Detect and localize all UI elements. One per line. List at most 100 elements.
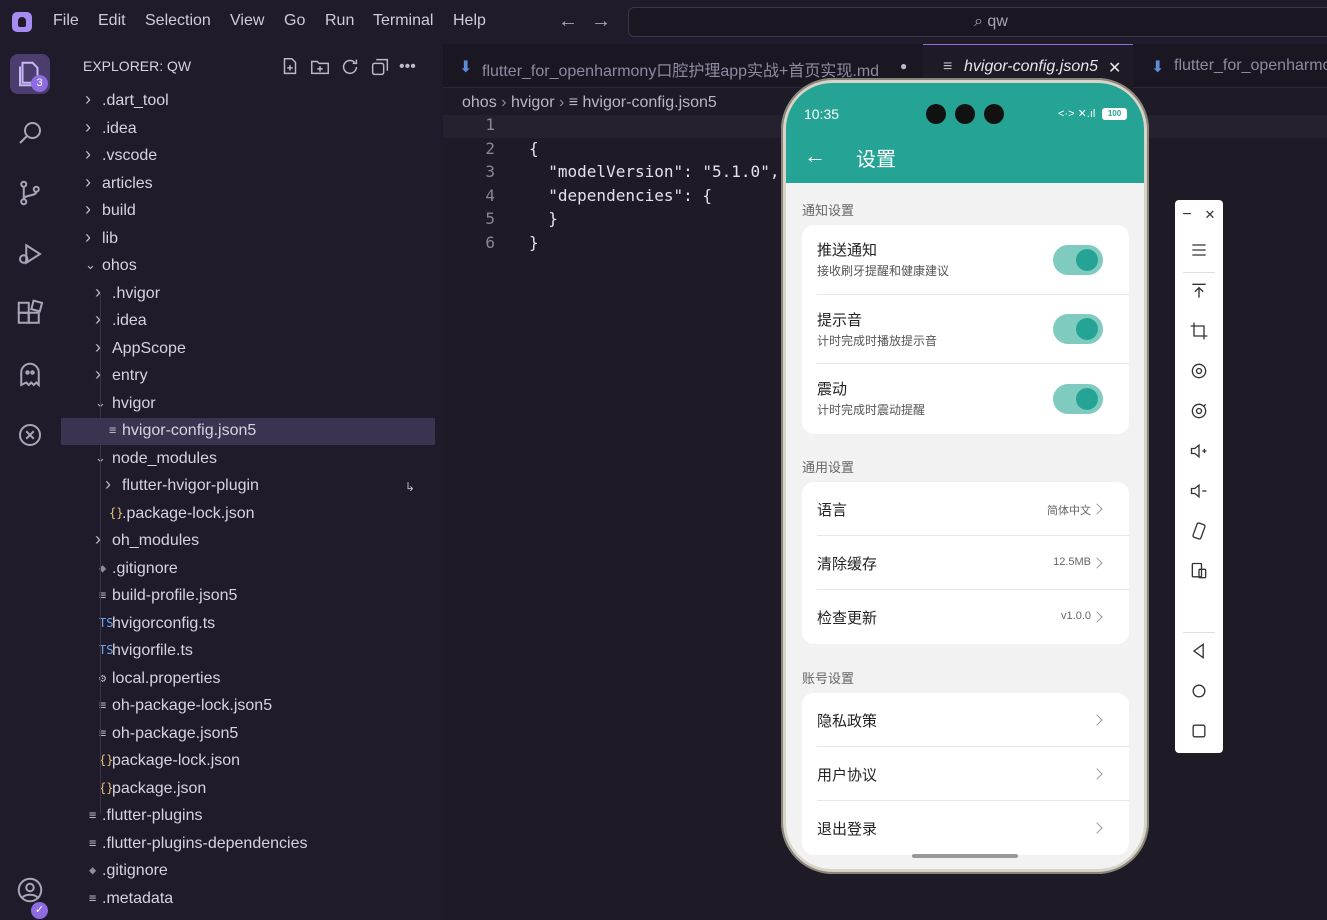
settings-item[interactable]: 退出登录 — [802, 801, 1129, 855]
close-icon[interactable]: ✕ — [1198, 203, 1222, 227]
tree-item[interactable]: › entry — [61, 363, 435, 390]
toggle-switch[interactable] — [1053, 244, 1103, 275]
app-bar: 10:35 <·> ✕.ıl 100 ← 设置 — [786, 83, 1144, 183]
rotate-right-icon[interactable] — [1187, 401, 1211, 425]
close-tab-icon[interactable]: ✕ — [1108, 58, 1121, 78]
tree-item[interactable]: ⌄ ohos — [61, 253, 435, 280]
run-debug-icon[interactable] — [15, 239, 45, 269]
tree-item[interactable]: › .dart_tool — [61, 88, 435, 115]
crop-icon[interactable] — [1187, 321, 1211, 345]
minimize-icon[interactable]: − — [1175, 203, 1199, 227]
nav-back-icon[interactable] — [1187, 641, 1211, 665]
toggle-switch[interactable] — [1053, 383, 1103, 414]
breadcrumb-item[interactable]: hvigor-config.json5 — [583, 94, 717, 111]
tree-item[interactable]: ◆ .gitignore — [61, 858, 435, 885]
settings-item[interactable]: 推送通知 接收刷牙提醒和健康建议 — [802, 225, 1129, 295]
tree-item[interactable]: ≡ oh-package.json5 — [61, 721, 435, 748]
chevron-right-icon[interactable]: › — [85, 227, 91, 248]
volume-up-icon[interactable] — [1187, 441, 1211, 465]
tree-item[interactable]: › flutter-hvigor-plugin — [61, 473, 435, 500]
tree-item[interactable]: › .vscode — [61, 143, 435, 170]
multi-device-icon[interactable] — [1187, 561, 1211, 585]
tree-item[interactable]: › .hvigor — [61, 281, 435, 308]
chevron-down-icon[interactable]: ⌄ — [85, 257, 96, 273]
account-icon[interactable] — [15, 875, 45, 905]
back-arrow-icon[interactable]: ← — [558, 10, 578, 33]
command-center-search[interactable]: ⌕ qw — [628, 7, 1327, 37]
nav-recents-icon[interactable] — [1187, 721, 1211, 745]
tree-item[interactable]: ≡ .flutter-plugins — [61, 803, 435, 830]
tree-item[interactable]: › oh_modules — [61, 528, 435, 555]
rotate-icon[interactable] — [1187, 361, 1211, 385]
menu-go[interactable]: Go — [284, 12, 305, 30]
line-number: 4 — [485, 185, 495, 205]
settings-item[interactable]: 提示音 计时完成时播放提示音 — [802, 295, 1129, 364]
chevron-right-icon[interactable]: › — [85, 144, 91, 165]
tree-item[interactable]: {} .package-lock.json — [61, 501, 435, 528]
chevron-right-icon[interactable]: › — [85, 117, 91, 138]
volume-down-icon[interactable] — [1187, 481, 1211, 505]
menu-selection[interactable]: Selection — [145, 12, 211, 30]
tree-item[interactable]: › articles — [61, 171, 435, 198]
tree-item[interactable]: › .idea — [61, 308, 435, 335]
refresh-icon[interactable] — [339, 56, 361, 78]
tree-item[interactable]: ≡ .flutter-plugins-dependencies — [61, 831, 435, 858]
chevron-right-icon[interactable]: › — [105, 474, 111, 495]
menu-view[interactable]: View — [230, 12, 264, 30]
tree-item[interactable]: ≡ oh-package-lock.json5 — [61, 693, 435, 720]
new-folder-icon[interactable] — [309, 56, 331, 78]
tree-item[interactable]: ≡ build-profile.json5 — [61, 583, 435, 610]
tree-item[interactable]: › .idea — [61, 116, 435, 143]
explorer-header: EXPLORER: QW — [83, 58, 192, 74]
menu-terminal[interactable]: Terminal — [373, 12, 433, 30]
forward-arrow-icon[interactable]: → — [591, 10, 611, 33]
settings-item[interactable]: 用户协议 — [802, 747, 1129, 801]
nav-home-icon[interactable] — [1187, 681, 1211, 705]
settings-item[interactable]: 震动 计时完成时震动提醒 — [802, 364, 1129, 434]
harmony-extension-icon[interactable] — [15, 420, 45, 450]
ghost-extension-icon[interactable] — [15, 360, 45, 390]
more-actions-icon[interactable]: ••• — [399, 56, 421, 78]
menu-help[interactable]: Help — [453, 12, 486, 30]
new-file-icon[interactable] — [279, 56, 301, 78]
source-control-icon[interactable] — [15, 178, 45, 208]
tree-item[interactable]: ⚙ local.properties — [61, 666, 435, 693]
search-view-icon[interactable] — [15, 118, 45, 148]
tree-item[interactable]: {} package-lock.json — [61, 748, 435, 775]
code-text: { — [529, 138, 539, 158]
tree-item-label: package-lock.json — [112, 752, 241, 769]
menu-run[interactable]: Run — [325, 12, 354, 30]
menu-file[interactable]: File — [53, 12, 79, 30]
tab-md-file-2[interactable]: ⬇ flutter_for_openharmo — [1133, 44, 1327, 88]
pin-top-icon[interactable] — [1187, 281, 1211, 305]
extensions-icon[interactable] — [15, 299, 45, 329]
tree-item[interactable]: {} package.json — [61, 776, 435, 803]
tree-item[interactable]: › AppScope — [61, 336, 435, 363]
tree-item[interactable]: › lib — [61, 226, 435, 253]
tree-item[interactable]: ⌄hvigor — [61, 391, 435, 418]
collapse-all-icon[interactable] — [369, 56, 391, 78]
tree-item-label: .package-lock.json — [122, 504, 255, 522]
tree-item[interactable]: TS hvigorconfig.ts — [61, 611, 435, 638]
tree-item[interactable]: ◆ .gitignore — [61, 556, 435, 583]
tree-item[interactable]: ≡ .metadata — [61, 886, 435, 913]
tree-item[interactable]: TS hvigorfile.ts — [61, 638, 435, 665]
menu-icon[interactable] — [1187, 240, 1211, 264]
chevron-right-icon[interactable]: › — [85, 172, 91, 193]
tree-item[interactable]: › build — [61, 198, 435, 225]
settings-item[interactable]: 隐私政策 — [802, 693, 1129, 747]
settings-item[interactable]: 清除缓存 12.5MB — [802, 536, 1129, 590]
search-icon: ⌕ — [974, 13, 983, 30]
chevron-right-icon[interactable]: › — [85, 89, 91, 110]
tree-item[interactable]: ⌄node_modules — [61, 446, 435, 473]
breadcrumb-item[interactable]: ohos — [462, 94, 497, 111]
back-arrow-icon[interactable]: ← — [804, 143, 826, 169]
toggle-switch[interactable] — [1053, 314, 1103, 345]
breadcrumb-item[interactable]: hvigor — [511, 94, 555, 111]
chevron-right-icon[interactable]: › — [85, 199, 91, 220]
menu-edit[interactable]: Edit — [98, 12, 126, 30]
tree-item[interactable]: ≡ hvigor-config.json5 — [61, 418, 435, 445]
settings-item[interactable]: 语言 简体中文 — [802, 482, 1129, 536]
settings-item[interactable]: 检查更新 v1.0.0 — [802, 590, 1129, 644]
shake-icon[interactable] — [1187, 521, 1211, 545]
